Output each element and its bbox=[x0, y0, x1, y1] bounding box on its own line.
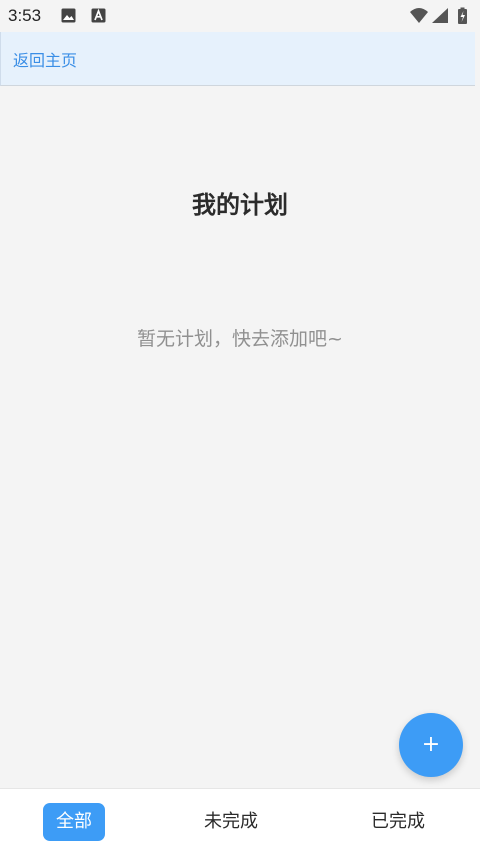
status-icons bbox=[408, 6, 472, 26]
tab-incomplete[interactable]: 未完成 bbox=[196, 803, 266, 841]
back-home-link[interactable]: 返回主页 bbox=[13, 47, 77, 71]
page-title: 我的计划 bbox=[192, 191, 288, 219]
tab-complete[interactable]: 已完成 bbox=[363, 803, 433, 841]
plus-icon: + bbox=[421, 732, 441, 757]
signal-icon bbox=[432, 8, 448, 23]
gallery-icon bbox=[61, 8, 76, 23]
add-plan-button[interactable]: + bbox=[399, 713, 463, 777]
tab-bar: 全部 未完成 已完成 bbox=[0, 788, 480, 853]
tab-all[interactable]: 全部 bbox=[43, 803, 105, 841]
app-a-icon bbox=[91, 8, 106, 23]
battery-icon bbox=[458, 7, 467, 24]
status-bar: 3:53 bbox=[0, 0, 480, 32]
wifi-icon bbox=[410, 8, 428, 23]
status-time: 3:53 bbox=[8, 6, 42, 25]
back-bar: 返回主页 bbox=[0, 32, 475, 86]
empty-state-message: 暂无计划，快去添加吧~ bbox=[137, 328, 343, 350]
